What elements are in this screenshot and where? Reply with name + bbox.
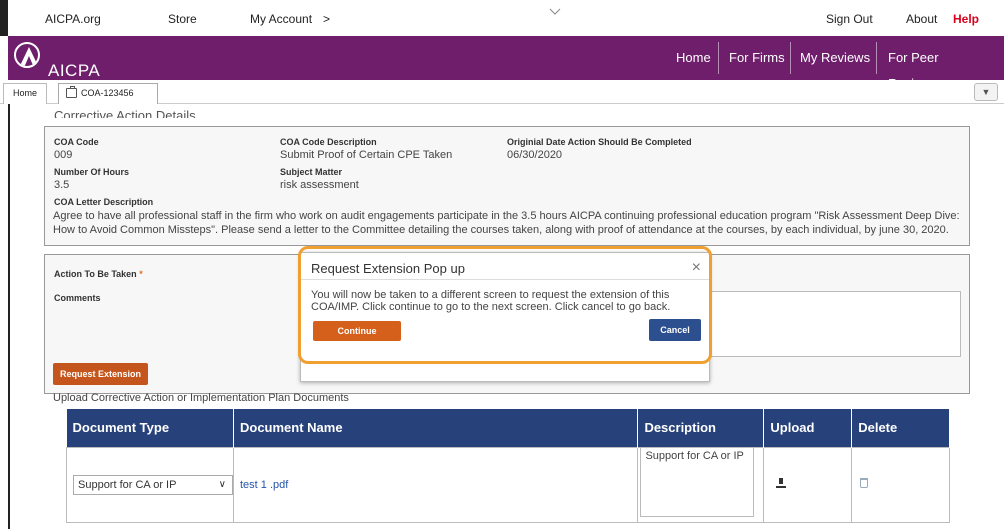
nav-divider [718, 42, 719, 74]
doc-type-cell: Support for CA or IP ∨ [66, 446, 234, 523]
description-cell: Support for CA or IP [637, 446, 765, 523]
logo-text[interactable]: AICPA [48, 61, 100, 81]
tab-home[interactable]: Home [3, 83, 47, 104]
coa-desc-value: Submit Proof of Certain CPE Taken [280, 149, 453, 161]
briefcase-icon [66, 86, 77, 98]
nav-for-peer-reviewers[interactable]: For Peer Reviewers [880, 45, 1004, 91]
section-title: Corrective Action Details [54, 108, 196, 118]
aicpa-logo-icon[interactable] [14, 42, 40, 68]
main-header: AICPA Home For Firms My Reviews For Peer… [8, 36, 1004, 91]
tab-dropdown-button[interactable]: ▼ [974, 83, 998, 101]
col-delete: Delete [851, 409, 950, 447]
help-link[interactable]: Help [953, 12, 979, 26]
action-label: Action To Be Taken * [54, 269, 143, 279]
utility-bar: AICPA.org Store My Account > Sign Out Ab… [0, 0, 1004, 36]
my-account-link[interactable]: My Account [250, 12, 312, 26]
nav-for-firms[interactable]: For Firms [721, 45, 793, 71]
nav-my-reviews[interactable]: My Reviews [792, 45, 878, 71]
orig-date-label: Originial Date Action Should Be Complete… [507, 137, 692, 147]
upload-icon[interactable] [776, 478, 787, 488]
upload-title: Upload Corrective Action or Implementati… [53, 392, 349, 404]
nav-divider [876, 42, 877, 74]
trash-icon[interactable] [860, 478, 869, 488]
required-mark: * [139, 269, 143, 279]
tab-coa[interactable]: COA-123456 [58, 83, 158, 104]
documents-table: Document Type Document Name Description … [66, 409, 950, 523]
coa-code-value: 009 [54, 149, 73, 161]
aicpa-org-link[interactable]: AICPA.org [45, 12, 101, 26]
table-row: Support for CA or IP ∨ test 1 .pdf Suppo… [66, 446, 950, 523]
modal-highlight-outline [298, 246, 712, 364]
coa-desc-label: COA Code Description [280, 137, 377, 147]
letter-label: COA Letter Description [54, 197, 154, 207]
letter-description: Agree to have all professional staff in … [53, 210, 960, 236]
nav-home[interactable]: Home [668, 45, 719, 71]
hours-value: 3.5 [54, 179, 70, 191]
col-upload: Upload [763, 409, 853, 447]
subject-value: risk assessment [280, 179, 359, 191]
corrective-action-details: COA Code 009 COA Code Description Submit… [44, 126, 970, 246]
my-account-chevron-icon[interactable]: > [323, 12, 330, 26]
tab-bar: Home COA-123456 ▼ [0, 80, 1004, 104]
doc-name-cell: test 1 .pdf [232, 446, 639, 523]
description-input[interactable]: Support for CA or IP [640, 446, 755, 517]
store-link[interactable]: Store [168, 12, 197, 26]
about-link[interactable]: About [906, 12, 937, 26]
col-document-type: Document Type [66, 409, 234, 447]
delete-cell [851, 446, 950, 523]
orig-date-value: 06/30/2020 [507, 149, 563, 161]
doc-type-select[interactable]: Support for CA or IP ∨ [73, 474, 233, 495]
tab-coa-label: COA-123456 [81, 88, 134, 98]
request-extension-button[interactable]: Request Extension [53, 363, 148, 385]
col-description: Description [637, 409, 765, 447]
chevron-down-icon[interactable] [549, 8, 561, 16]
col-document-name: Document Name [233, 409, 639, 447]
hours-label: Number Of Hours [54, 167, 130, 177]
nav-divider [790, 42, 791, 74]
sign-out-link[interactable]: Sign Out [826, 12, 873, 26]
comments-label: Comments [54, 293, 101, 303]
subject-label: Subject Matter [280, 167, 343, 177]
upload-cell [763, 446, 853, 523]
left-border [8, 104, 10, 529]
coa-code-label: COA Code [54, 137, 99, 147]
document-link[interactable]: test 1 .pdf [240, 479, 288, 491]
chevron-down-icon: ∨ [218, 478, 226, 490]
